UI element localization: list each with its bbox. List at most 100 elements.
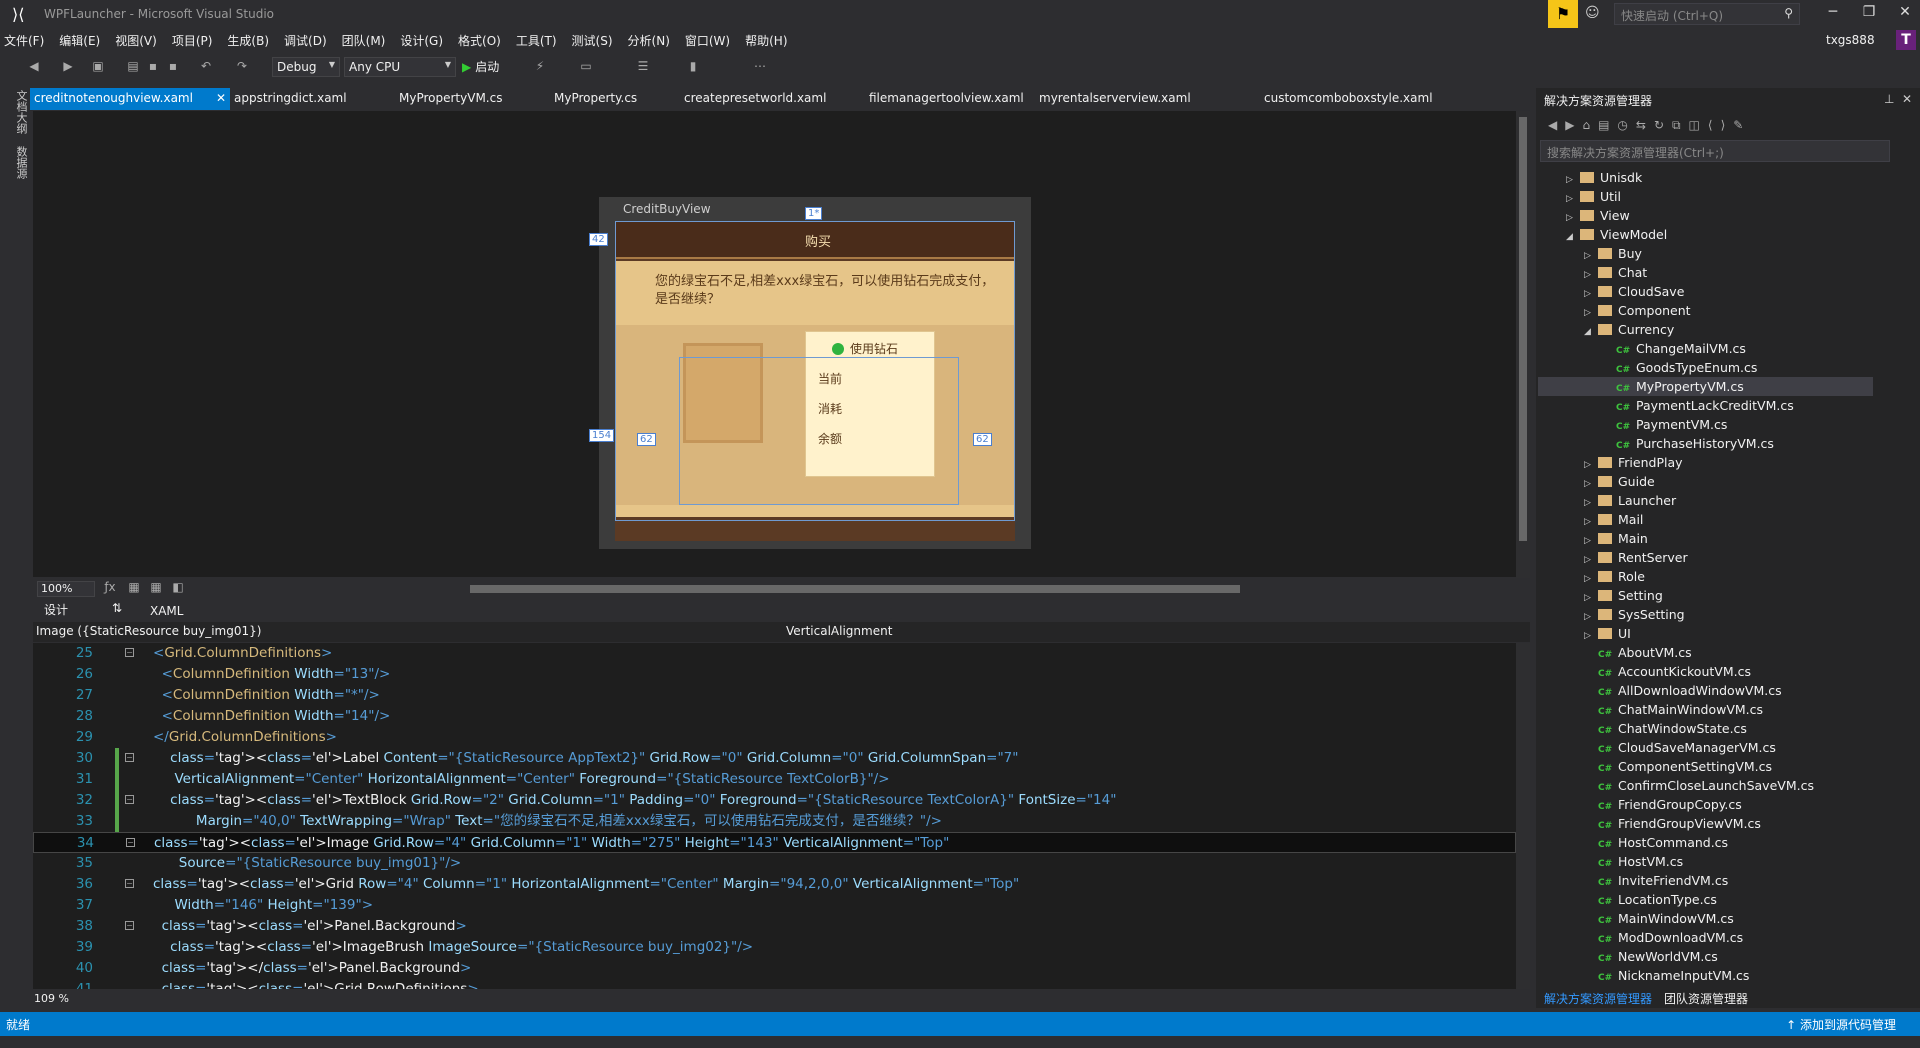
menu-item[interactable]: 视图(V) bbox=[115, 32, 157, 49]
comment-icon[interactable]: ☰ bbox=[635, 59, 651, 75]
document-tab[interactable]: creditnotenoughview.xaml ✕ bbox=[30, 88, 230, 110]
fold-icon[interactable]: − bbox=[125, 879, 134, 888]
code-line[interactable]: 36 class='tag'><class='el'>Grid Row="4" C… bbox=[33, 874, 1516, 895]
tree-file[interactable]: C# ChatWindowState.cs bbox=[1538, 719, 1873, 738]
menu-item[interactable]: 编辑(E) bbox=[59, 32, 100, 49]
element-selector[interactable]: Image ({StaticResource buy_img01}) bbox=[36, 624, 261, 638]
tree-file[interactable]: C# PaymentLackCreditVM.cs bbox=[1538, 396, 1873, 415]
close-window-button[interactable]: ✕ bbox=[1890, 4, 1920, 24]
artboard-icon[interactable]: ◧ bbox=[170, 580, 186, 596]
document-tab[interactable]: customcomboboxstyle.xaml bbox=[1260, 88, 1437, 110]
save-all-icon[interactable]: ▪ bbox=[165, 59, 181, 75]
toolbar-more-icon[interactable]: ⋯ bbox=[752, 59, 768, 75]
new-project-icon[interactable]: ▣ bbox=[90, 59, 106, 75]
tree-folder[interactable]: ◢ ViewModel bbox=[1538, 225, 1873, 244]
avatar[interactable]: T bbox=[1896, 30, 1916, 50]
swap-panes-icon[interactable]: ⇅ bbox=[112, 601, 122, 615]
designer-vertical-scrollbar[interactable] bbox=[1516, 111, 1530, 579]
tree-file[interactable]: C# ChangeMailVM.cs bbox=[1538, 339, 1873, 358]
tree-folder[interactable]: ▷ Launcher bbox=[1538, 491, 1873, 510]
tree-file[interactable]: C# CloudSaveManagerVM.cs bbox=[1538, 738, 1873, 757]
config-select[interactable]: Debug ▼ bbox=[272, 57, 340, 77]
code-line[interactable]: 35 Source="{StaticResource buy_img01}"/> bbox=[33, 853, 1516, 874]
open-file-icon[interactable]: ▤ bbox=[125, 59, 141, 75]
xaml-code-editor[interactable]: 25 <Grid.ColumnDefinitions> − 26 <ColumnDef… bbox=[33, 643, 1516, 989]
menu-item[interactable]: 项目(P) bbox=[172, 32, 213, 49]
back-icon[interactable]: ◀ bbox=[26, 59, 42, 75]
tree-file[interactable]: C# HostCommand.cs bbox=[1538, 833, 1873, 852]
row-size-badge-2[interactable]: 154 bbox=[589, 429, 615, 442]
data-source-tab[interactable]: 数据源 bbox=[5, 140, 29, 185]
step-icon[interactable]: ▭ bbox=[578, 59, 594, 75]
margin-left-badge[interactable]: 62 bbox=[637, 433, 656, 446]
tree-file[interactable]: C# MyPropertyVM.cs bbox=[1538, 377, 1873, 396]
tree-folder[interactable]: ▷ Component bbox=[1538, 301, 1873, 320]
menu-item[interactable]: 帮助(H) bbox=[745, 32, 787, 49]
quick-launch-input[interactable]: 快速启动 (Ctrl+Q) ⚲ bbox=[1614, 3, 1800, 25]
code-line[interactable]: 41 class='tag'><class='el'>Grid.RowDefin… bbox=[33, 979, 1516, 989]
doc-outline-tab[interactable]: 文档大纲 bbox=[5, 84, 29, 140]
document-tab[interactable]: myrentalserverview.xaml bbox=[1035, 88, 1195, 110]
notification-flag-icon[interactable]: ⚑ bbox=[1548, 0, 1578, 28]
code-line[interactable]: 29 </Grid.ColumnDefinitions> bbox=[33, 727, 1516, 748]
code-line[interactable]: 25 <Grid.ColumnDefinitions> − bbox=[33, 643, 1516, 664]
document-tab[interactable]: filemanagertoolview.xaml bbox=[865, 88, 1028, 110]
code-line[interactable]: 34 class='tag'><class='el'>Image Grid.Row… bbox=[33, 832, 1516, 853]
tree-file[interactable]: C# ComponentSettingVM.cs bbox=[1538, 757, 1873, 776]
tree-file[interactable]: C# AboutVM.cs bbox=[1538, 643, 1873, 662]
pin-icon[interactable]: ⊥ bbox=[1884, 92, 1894, 106]
tree-file[interactable]: C# PaymentVM.cs bbox=[1538, 415, 1873, 434]
code-line[interactable]: 40 class='tag'></class='el'>Panel.Backgr… bbox=[33, 958, 1516, 979]
tree-folder[interactable]: ▷ FriendPlay bbox=[1538, 453, 1873, 472]
tree-file[interactable]: C# LocationType.cs bbox=[1538, 890, 1873, 909]
fold-icon[interactable]: − bbox=[125, 921, 134, 930]
designer-zoom-select[interactable]: 100% bbox=[37, 581, 95, 597]
menu-item[interactable]: 测试(S) bbox=[572, 32, 613, 49]
menu-item[interactable]: 窗口(W) bbox=[685, 32, 730, 49]
tab-solution-explorer[interactable]: 解决方案资源管理器 bbox=[1544, 990, 1652, 1007]
tree-folder[interactable]: ▷ RentServer bbox=[1538, 548, 1873, 567]
tree-folder[interactable]: ▷ CloudSave bbox=[1538, 282, 1873, 301]
tree-folder[interactable]: ▷ Guide bbox=[1538, 472, 1873, 491]
tree-folder[interactable]: ▷ UI bbox=[1538, 624, 1873, 643]
close-icon[interactable]: ✕ bbox=[1902, 92, 1912, 106]
snap-grid-icon[interactable]: ▦ bbox=[148, 580, 164, 596]
credit-buy-view-preview[interactable]: CreditBuyView 购买 您的绿宝石不足,相差xxx绿宝石，可以使用钻石… bbox=[589, 197, 1031, 549]
grid-icon[interactable]: ▦ bbox=[126, 580, 142, 596]
tree-folder[interactable]: ▷ Role bbox=[1538, 567, 1873, 586]
start-button[interactable]: ▶ 启动 bbox=[462, 58, 499, 75]
design-tab[interactable]: 设计 bbox=[44, 601, 68, 618]
code-line[interactable]: 30 class='tag'><class='el'>Label Content… bbox=[33, 748, 1516, 769]
menu-item[interactable]: 设计(G) bbox=[400, 32, 443, 49]
tree-folder[interactable]: ▷ Mail bbox=[1538, 510, 1873, 529]
undo-icon[interactable]: ↶ bbox=[198, 59, 214, 75]
tree-file[interactable]: C# FriendGroupViewVM.cs bbox=[1538, 814, 1873, 833]
feedback-icon[interactable]: ☺ bbox=[1585, 5, 1600, 21]
tree-folder[interactable]: ◢ Currency bbox=[1538, 320, 1873, 339]
fx-icon[interactable]: ƒx bbox=[102, 580, 118, 596]
row-size-badge[interactable]: 42 bbox=[589, 233, 608, 246]
tree-folder[interactable]: ▷ Main bbox=[1538, 529, 1873, 548]
property-selector[interactable]: VerticalAlignment bbox=[786, 624, 892, 638]
tree-file[interactable]: C# ChatMainWindowVM.cs bbox=[1538, 700, 1873, 719]
column-size-badge[interactable]: 1* bbox=[805, 207, 823, 220]
code-line[interactable]: 37 Width="146" Height="139"> bbox=[33, 895, 1516, 916]
tree-folder[interactable]: ▷ Unisdk bbox=[1538, 168, 1873, 187]
save-icon[interactable]: ▪ bbox=[145, 59, 161, 75]
tree-file[interactable]: C# NewWorldVM.cs bbox=[1538, 947, 1873, 966]
code-line[interactable]: 31 VerticalAlignment="Center" Horizontal… bbox=[33, 769, 1516, 790]
menu-item[interactable]: 调试(D) bbox=[284, 32, 327, 49]
code-line[interactable]: 27 <ColumnDefinition Width="*"/> bbox=[33, 685, 1516, 706]
menu-item[interactable]: 分析(N) bbox=[628, 32, 670, 49]
code-line[interactable]: 32 class='tag'><class='el'>TextBlock Gri… bbox=[33, 790, 1516, 811]
code-line[interactable]: 26 <ColumnDefinition Width="13"/> bbox=[33, 664, 1516, 685]
tree-folder[interactable]: ▷ SysSetting bbox=[1538, 605, 1873, 624]
tree-file[interactable]: C# GoodsTypeEnum.cs bbox=[1538, 358, 1873, 377]
forward-icon[interactable]: ▶ bbox=[60, 59, 76, 75]
selection-adorner[interactable] bbox=[679, 357, 959, 505]
browser-link-icon[interactable]: ⚡ bbox=[532, 59, 548, 75]
code-line[interactable]: 28 <ColumnDefinition Width="14"/> bbox=[33, 706, 1516, 727]
tab-team-explorer[interactable]: 团队资源管理器 bbox=[1664, 990, 1748, 1007]
menu-item[interactable]: 文件(F) bbox=[4, 32, 44, 49]
minimize-button[interactable]: ─ bbox=[1818, 4, 1848, 24]
